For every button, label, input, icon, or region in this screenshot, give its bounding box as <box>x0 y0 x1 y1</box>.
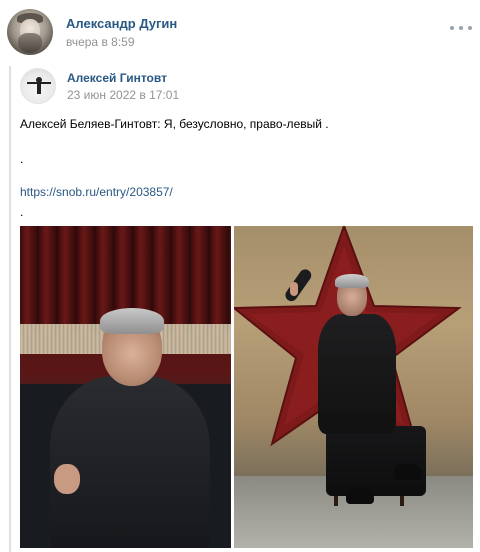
post-time[interactable]: вчера в 8:59 <box>66 35 135 49</box>
post-text-dot: . <box>20 152 24 166</box>
repost-border <box>9 66 11 552</box>
author-name[interactable]: Александр Дугин <box>66 16 177 31</box>
wall-post: Александр Дугин вчера в 8:59 Алексей Гин… <box>0 0 480 552</box>
more-options-icon[interactable] <box>450 22 472 34</box>
post-link[interactable]: https://snob.ru/entry/203857/ <box>20 185 173 199</box>
post-photo-1[interactable] <box>20 226 231 548</box>
repost-time[interactable]: 23 июн 2022 в 17:01 <box>67 88 179 102</box>
repost-author-avatar[interactable] <box>20 68 56 104</box>
post-text: Алексей Беляев-Гинтовт: Я, безусловно, п… <box>20 117 329 131</box>
repost-author-name[interactable]: Алексей Гинтовт <box>67 71 167 85</box>
post-text-dot: . <box>20 205 24 219</box>
post-header: Александр Дугин вчера в 8:59 <box>0 0 480 60</box>
author-avatar[interactable] <box>7 9 53 55</box>
post-photo-2[interactable] <box>234 226 473 548</box>
